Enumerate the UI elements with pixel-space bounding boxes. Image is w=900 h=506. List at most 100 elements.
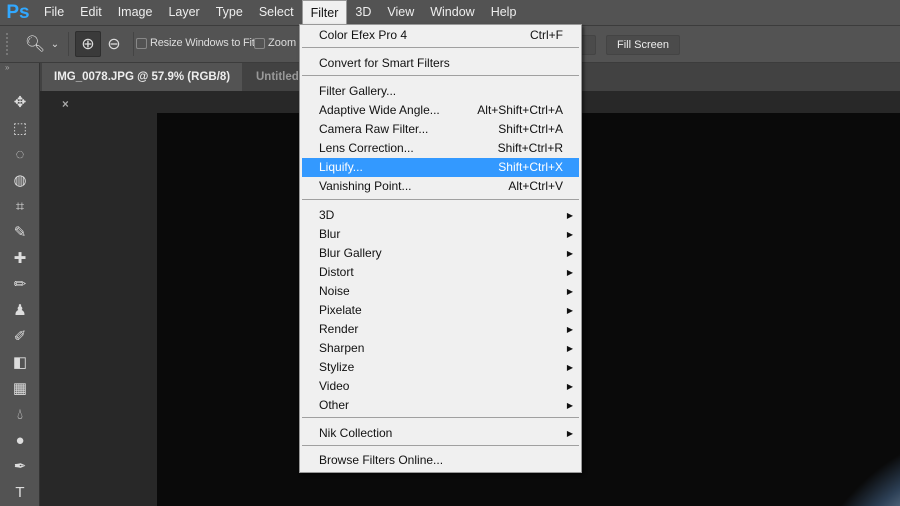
menu-separator [302,445,579,446]
menu-select[interactable]: Select [251,0,302,25]
menu-item-label: Convert for Smart Filters [319,56,450,70]
brush-icon[interactable]: ✏ [0,271,40,297]
shortcut-label: Shift+Ctrl+X [498,160,563,174]
menu-edit[interactable]: Edit [72,0,110,25]
menu-item-3d[interactable]: 3D ▶ [302,206,579,225]
menu-item-browse-filters-online[interactable]: Browse Filters Online... [302,451,579,470]
resize-windows-checkbox[interactable]: Resize Windows to Fit [136,37,255,49]
pen-icon[interactable]: ✒ [0,453,40,479]
shortcut-label: Alt+Ctrl+V [508,179,563,193]
menu-type[interactable]: Type [208,0,251,25]
divider [133,32,134,56]
menu-item-label: Video [319,379,350,393]
menu-item-convert-for-smart-filters[interactable]: Convert for Smart Filters [302,54,579,73]
photoshop-logo: Ps [6,1,30,23]
menu-item-label: Color Efex Pro 4 [319,28,408,42]
menu-item-label: Blur Gallery [319,246,382,260]
eraser-icon[interactable]: ◧ [0,349,40,375]
submenu-arrow-icon: ▶ [566,363,573,372]
tab-img-0078[interactable]: IMG_0078.JPG @ 57.9% (RGB/8) × [42,63,242,111]
menu-view[interactable]: View [379,0,422,25]
menu-filter[interactable]: Filter [301,0,348,25]
menu-separator [302,199,579,200]
shortcut-label: Shift+Ctrl+R [497,141,563,155]
menu-item-label: Lens Correction... [319,141,414,155]
menu-item-sharpen[interactable]: Sharpen ▶ [302,339,579,358]
divider [68,32,69,56]
menu-item-camera-raw-filter[interactable]: Camera Raw Filter... Shift+Ctrl+A [302,120,579,139]
submenu-arrow-icon: ▶ [566,268,573,277]
gradient-icon[interactable]: ▦ [0,375,40,401]
menu-item-filter-gallery[interactable]: Filter Gallery... [302,82,579,101]
submenu-arrow-icon: ▶ [566,249,573,258]
menu-help[interactable]: Help [483,0,525,25]
menu-item-label: Stylize [319,360,355,374]
eyedropper-icon[interactable]: ✎ [0,219,40,245]
menu-separator [302,75,579,76]
menu-item-label: Sharpen [319,341,365,355]
menu-item-color-efex-pro-4[interactable]: Color Efex Pro 4 Ctrl+F [302,26,579,45]
submenu-arrow-icon: ▶ [566,325,573,334]
menu-item-vanishing-point[interactable]: Vanishing Point... Alt+Ctrl+V [302,177,579,196]
menu-item-label: Liquify... [319,160,363,174]
menu-3d[interactable]: 3D [347,0,379,25]
zoom-all-checkbox[interactable]: Zoom [254,37,296,49]
menu-item-label: Pixelate [319,303,362,317]
menu-item-blur-gallery[interactable]: Blur Gallery ▶ [302,244,579,263]
shortcut-label: Alt+Shift+Ctrl+A [477,103,563,117]
resize-windows-label: Resize Windows to Fit [150,37,255,49]
menu-item-blur[interactable]: Blur ▶ [302,225,579,244]
menu-item-label: Noise [319,284,350,298]
menu-separator [302,47,579,48]
crop-icon[interactable]: ⌗ [0,193,40,219]
tab-untitled[interactable]: Untitled [244,63,299,91]
grip-handle[interactable] [6,33,12,55]
menu-item-video[interactable]: Video ▶ [302,377,579,396]
blur-icon[interactable]: 💧︎ [0,401,40,427]
menu-item-nik-collection[interactable]: Nik Collection ▶ [302,424,579,443]
menu-item-distort[interactable]: Distort ▶ [302,263,579,282]
menu-item-label: Camera Raw Filter... [319,122,429,136]
menu-item-label: Other [319,398,350,412]
shortcut-label: Ctrl+F [530,28,563,42]
menu-item-label: Browse Filters Online... [319,453,444,467]
submenu-arrow-icon: ▶ [566,230,573,239]
menu-item-noise[interactable]: Noise ▶ [302,282,579,301]
menu-item-label: Filter Gallery... [319,84,397,98]
menu-bar: Ps File Edit Image Layer Type Select Filter 3D V… [0,0,900,25]
menu-item-liquify[interactable]: Liquify... Shift+Ctrl+X [302,158,579,177]
quick-select-icon[interactable]: ◍ [0,167,40,193]
stamp-icon[interactable]: ♟ [0,297,40,323]
marquee-icon[interactable]: ⬚ [0,115,40,141]
zoom-out-icon[interactable]: ⊖ [101,31,127,57]
tools-panel: » ✥ ⬚ ◌ ◍ ⌗ ✎ ✚ ✏ ♟ ✐ ◧ ▦ 💧︎ ● ✒ T [0,63,40,506]
menu-item-label: 3D [319,208,335,222]
submenu-arrow-icon: ▶ [566,429,573,438]
zoom-tool-icon[interactable]: 🔍︎ [22,31,48,57]
menu-item-label: Render [319,322,359,336]
history-brush-icon[interactable]: ✐ [0,323,40,349]
close-icon[interactable]: × [62,99,69,111]
menu-item-stylize[interactable]: Stylize ▶ [302,358,579,377]
menu-layer[interactable]: Layer [160,0,207,25]
collapse-icon[interactable]: » [0,63,39,73]
menu-item-label: Blur [319,227,341,241]
menu-file[interactable]: File [36,0,72,25]
type-icon[interactable]: T [0,479,40,505]
menu-item-render[interactable]: Render ▶ [302,320,579,339]
submenu-arrow-icon: ▶ [566,401,573,410]
menu-window[interactable]: Window [422,0,482,25]
dodge-icon[interactable]: ● [0,427,40,453]
move-icon[interactable]: ✥ [0,89,40,115]
menu-separator [302,417,579,418]
menu-item-other[interactable]: Other ▶ [302,396,579,415]
menu-image[interactable]: Image [110,0,161,25]
menu-item-lens-correction[interactable]: Lens Correction... Shift+Ctrl+R [302,139,579,158]
fill-screen-button[interactable]: Fill Screen [606,35,680,55]
healing-icon[interactable]: ✚ [0,245,40,271]
chevron-down-icon[interactable]: ⌄ [48,31,62,57]
zoom-in-icon[interactable]: ⊕ [75,31,101,57]
menu-item-pixelate[interactable]: Pixelate ▶ [302,301,579,320]
lasso-icon[interactable]: ◌ [0,141,40,167]
menu-item-adaptive-wide-angle[interactable]: Adaptive Wide Angle... Alt+Shift+Ctrl+A [302,101,579,120]
